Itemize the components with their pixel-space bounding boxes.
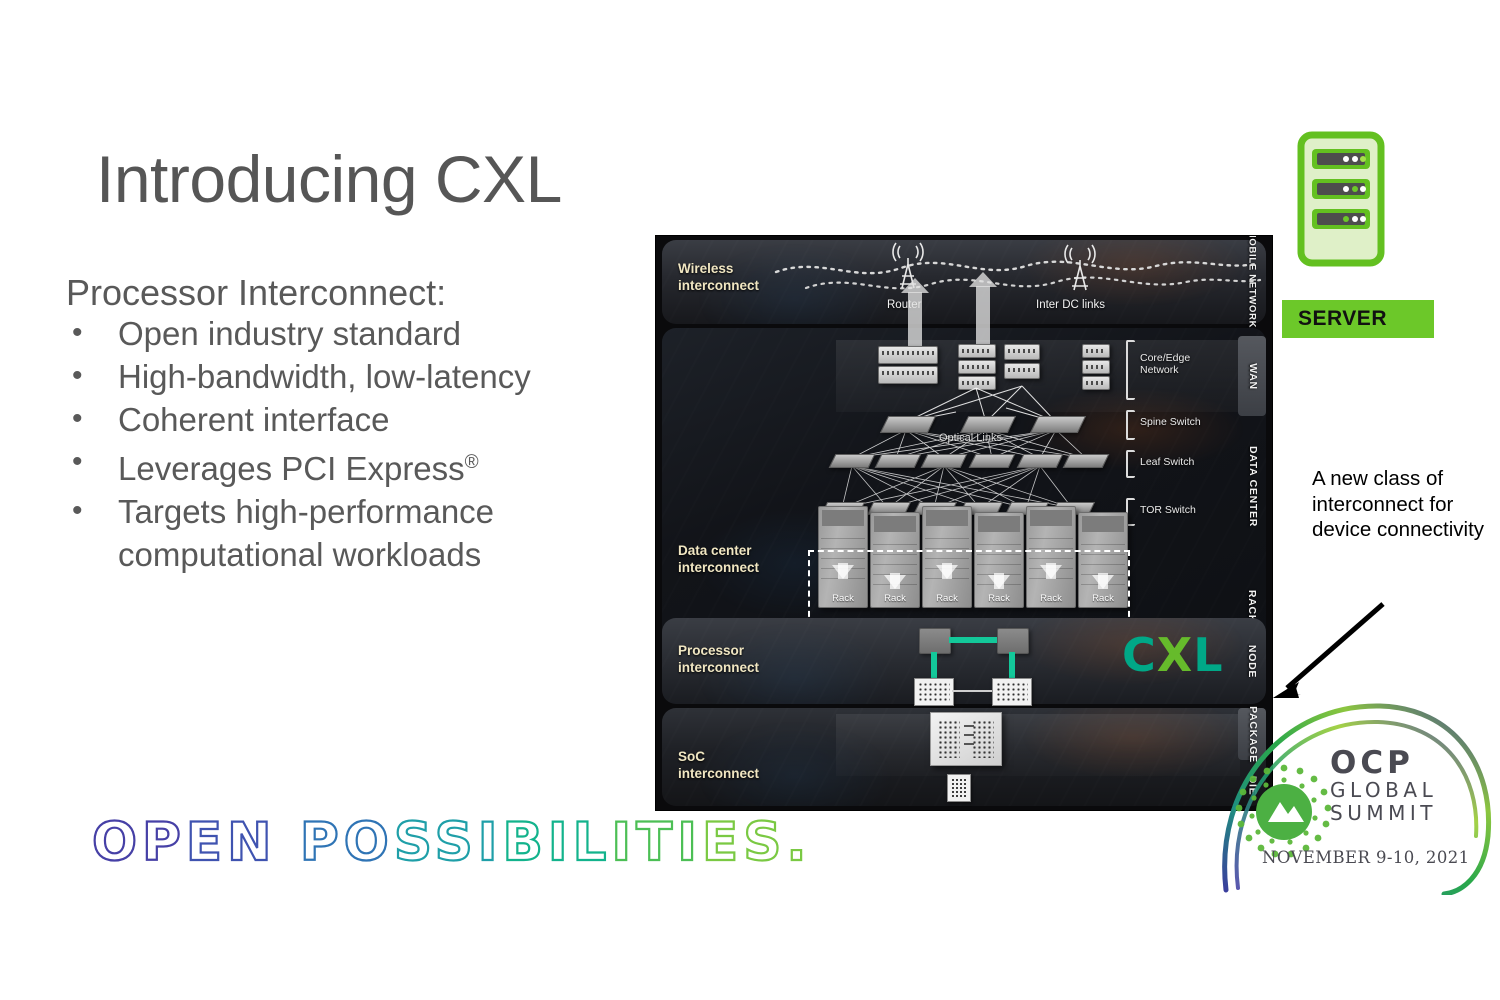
cxl-hierarchy-diagram: Wireless interconnect MOBILE NETWORKS Ro… — [656, 236, 1272, 810]
package-panel — [836, 714, 1240, 776]
bullet-text: High-bandwidth, low-latency — [118, 358, 531, 395]
leaf-switch — [968, 454, 1016, 468]
list-item: • Coherent interface — [66, 398, 586, 441]
node-cpu-block — [919, 628, 951, 654]
label-data-center-interconnect: Data center interconnect — [678, 543, 760, 575]
brace-label-spine-switch: Spine Switch — [1140, 416, 1201, 428]
leaf-switch — [1062, 454, 1110, 468]
bullet-text: Leverages PCI Express — [118, 450, 465, 487]
cxl-logo: CXL — [1122, 628, 1224, 682]
package-chip — [930, 712, 1002, 766]
bullet-dot-icon: • — [72, 359, 83, 392]
bullet-dot-icon: • — [72, 316, 83, 349]
spine-switch — [879, 416, 937, 433]
bullet-dot-icon: • — [72, 402, 83, 435]
body-lead-text: Processor Interconnect: — [66, 272, 447, 313]
annotation-text: A new class of interconnect for device c… — [1312, 467, 1485, 541]
slide-canvas: Introducing CXL Processor Interconnect: … — [0, 0, 1500, 1000]
list-item: • Leverages PCI Express® — [66, 441, 586, 490]
page-title: Introducing CXL — [96, 142, 562, 216]
cxl-link — [1009, 652, 1015, 680]
list-item: • Open industry standard — [66, 312, 586, 355]
list-item: • High-bandwidth, low-latency — [66, 355, 586, 398]
label-soc-interconnect: SoC interconnect — [678, 749, 760, 781]
leaf-switch — [920, 454, 968, 468]
registered-mark: ® — [464, 452, 479, 473]
brace-leaf-switch — [1126, 450, 1135, 478]
ocp-summit-date: NOVEMBER 9-10, 2021 — [1262, 848, 1470, 867]
node-device-chip — [914, 678, 954, 706]
spine-switch — [959, 416, 1017, 433]
label-optical-links: Optical Links — [939, 432, 1002, 444]
open-possibilities-tagline: OPEN POSSIBILITIES. — [91, 811, 812, 874]
bullet-dot-icon: • — [72, 445, 83, 478]
list-item: • Targets high-performance computational… — [66, 490, 586, 576]
bullet-dot-icon: • — [72, 494, 83, 527]
die-chip — [947, 774, 971, 802]
spine-switch — [1029, 416, 1087, 433]
bullet-list: • Open industry standard • High-bandwidt… — [66, 312, 586, 576]
brace-label-leaf-switch: Leaf Switch — [1140, 456, 1195, 468]
bullet-text: Coherent interface — [118, 401, 390, 438]
cxl-link — [949, 637, 997, 643]
bullet-text: Open industry standard — [118, 315, 462, 352]
label-processor-interconnect: Processor interconnect — [678, 643, 760, 675]
ocp-wordmark: OCP GLOBAL SUMMIT — [1330, 745, 1438, 825]
cxl-link — [931, 652, 937, 680]
leaf-switch — [874, 454, 922, 468]
node-device-chip — [992, 678, 1032, 706]
node-cpu-block — [997, 628, 1029, 654]
device-link — [952, 690, 992, 692]
leaf-switch — [828, 454, 876, 468]
server-icon — [1297, 131, 1385, 267]
bullet-text: Targets high-performance computational w… — [118, 493, 495, 573]
server-label-banner: SERVER — [1282, 300, 1434, 338]
leaf-switch — [1016, 454, 1064, 468]
brace-label-tor-switch: TOR Switch — [1140, 504, 1196, 516]
brace-spine-switch — [1126, 410, 1135, 440]
